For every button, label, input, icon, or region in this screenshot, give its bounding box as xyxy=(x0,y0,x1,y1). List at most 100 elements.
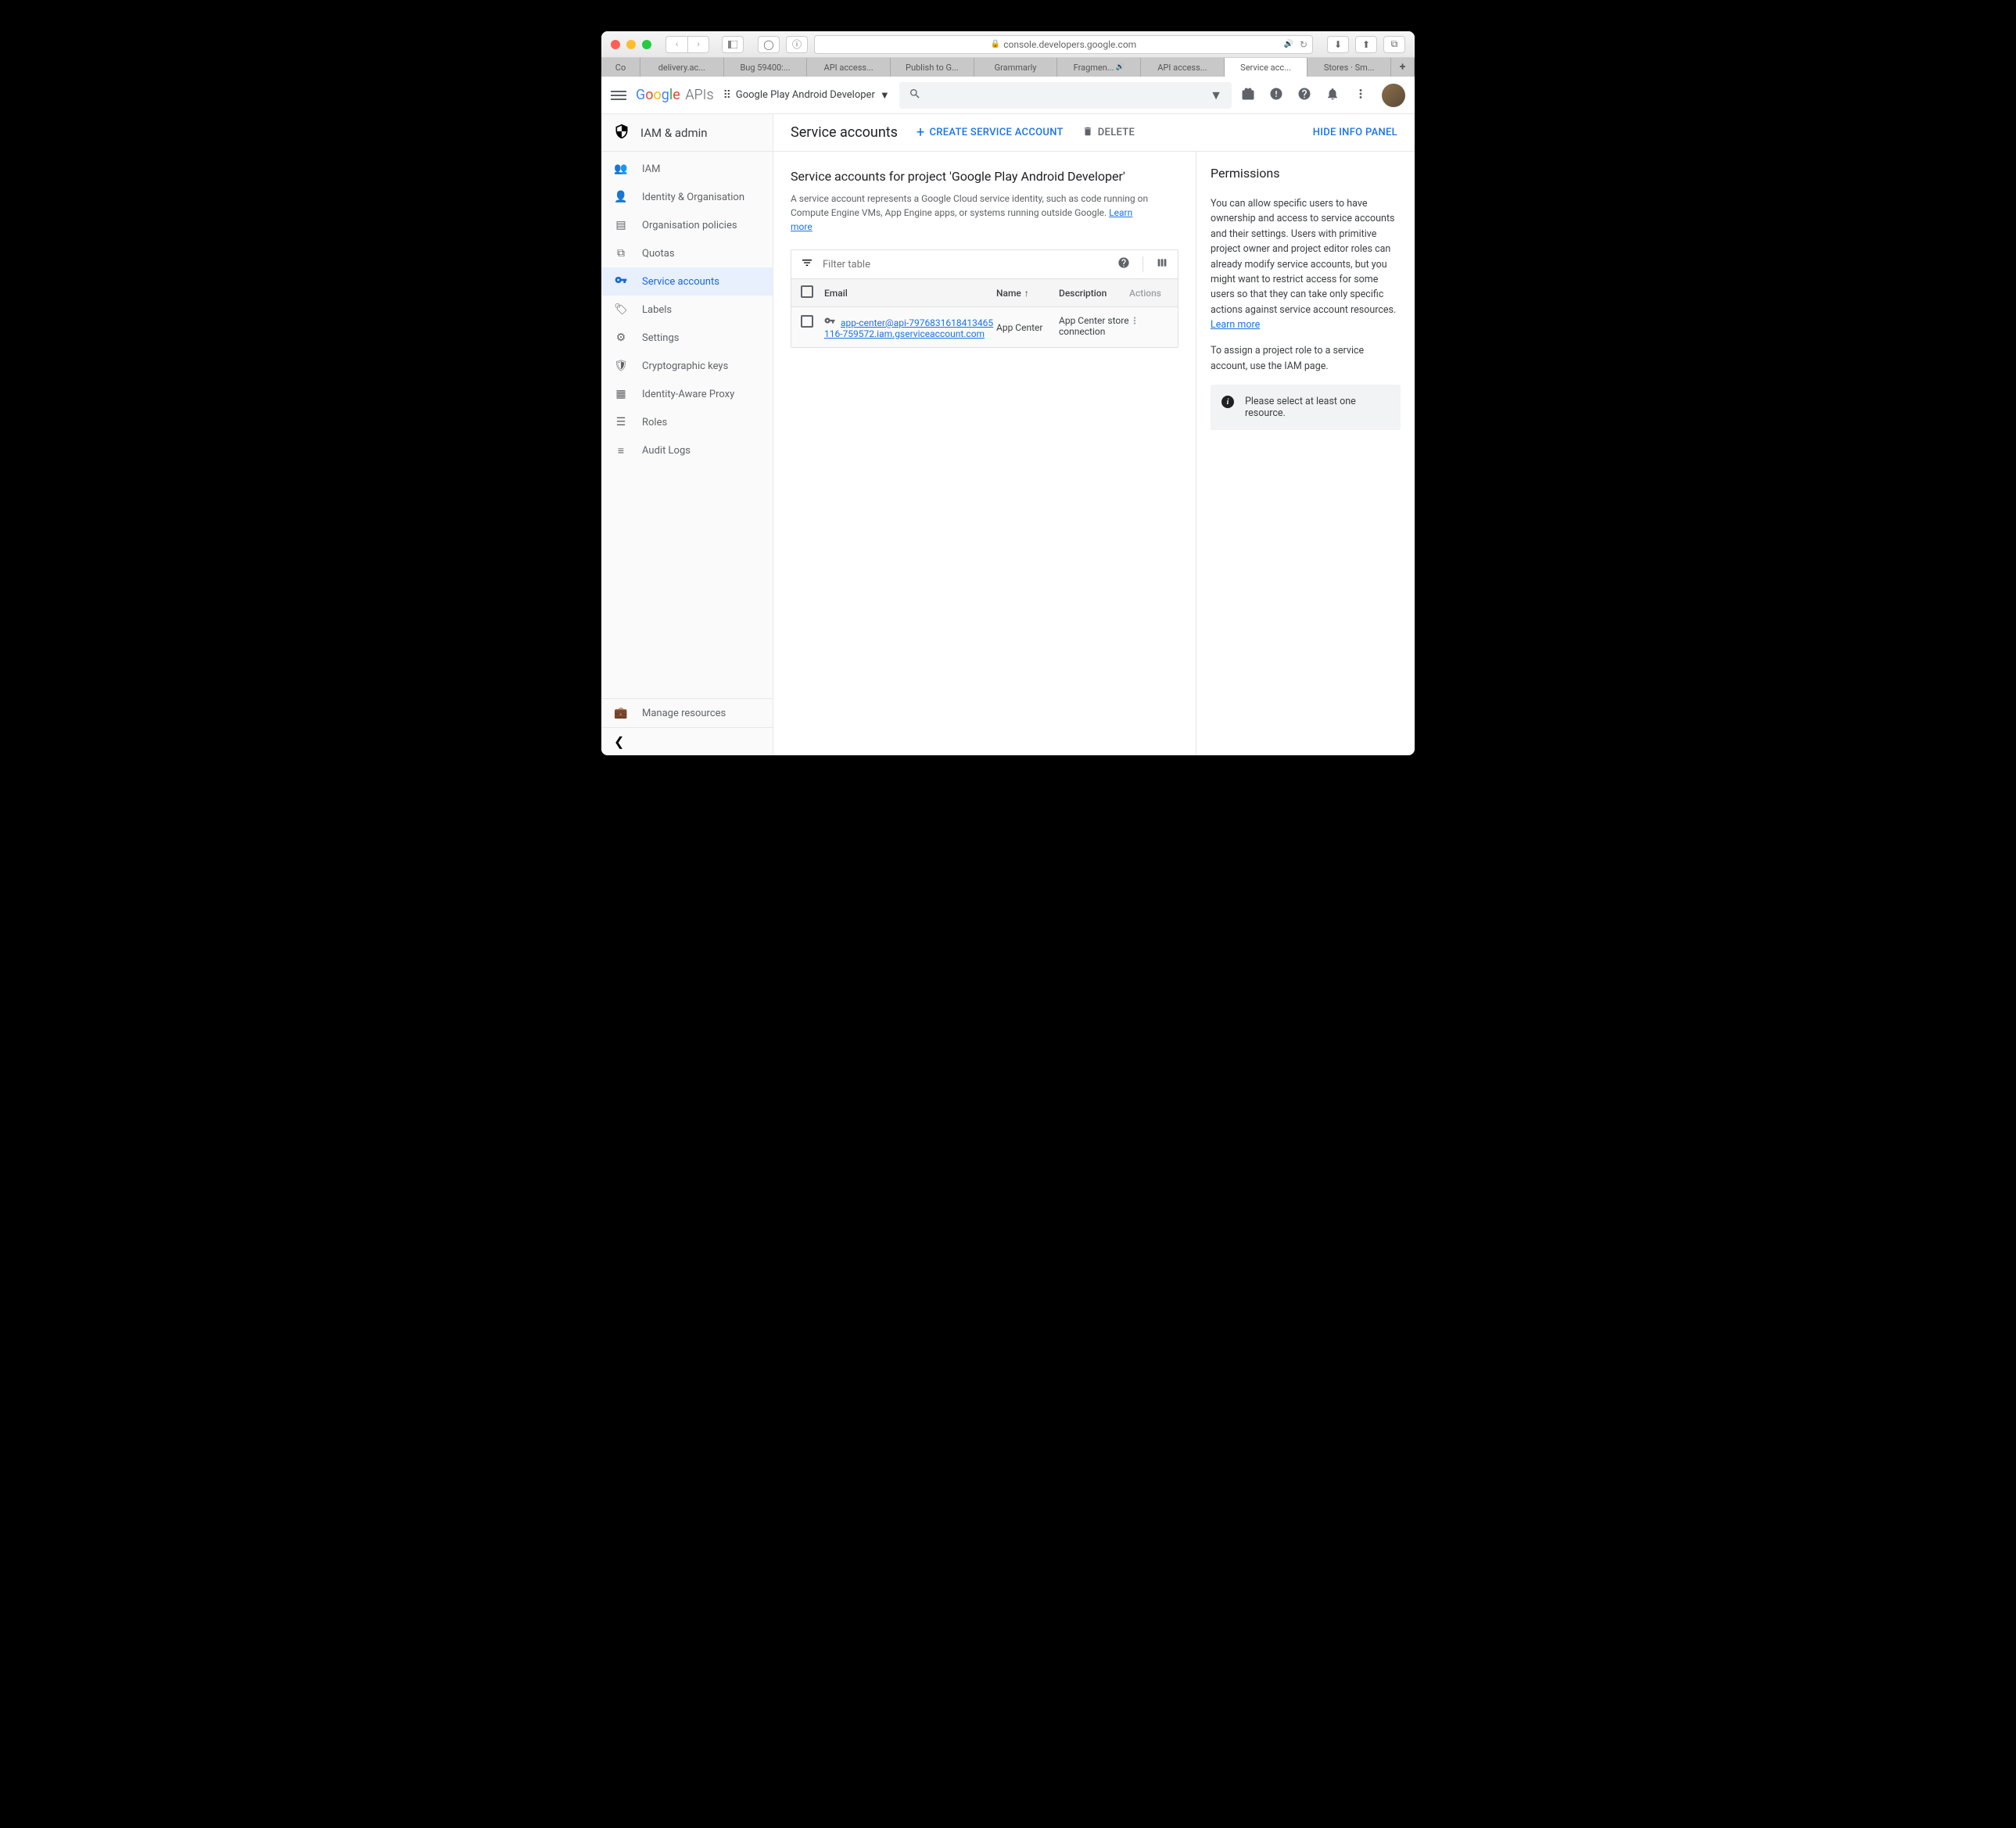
table-toolbar xyxy=(791,250,1178,278)
roles-icon: ☰ xyxy=(614,416,628,428)
shield-icon: 🛡 xyxy=(614,360,628,372)
sidebar-item-labels[interactable]: 🏷Labels xyxy=(601,296,773,324)
menu-button[interactable] xyxy=(611,91,626,100)
service-accounts-table: Email Name↑ Description Actions app-cent… xyxy=(791,249,1178,348)
forward-button[interactable]: › xyxy=(687,36,709,53)
tab-4[interactable]: Publish to G... xyxy=(891,58,974,77)
gift-icon[interactable] xyxy=(1241,87,1255,104)
downloads-button[interactable]: ⬇ xyxy=(1327,36,1349,53)
tab-8[interactable]: Service acc... xyxy=(1225,58,1308,77)
delete-button[interactable]: DELETE xyxy=(1082,126,1135,140)
sidebar-item-iap[interactable]: ▦Identity-Aware Proxy xyxy=(601,380,773,408)
sidebar-item-service-accounts[interactable]: Service accounts xyxy=(601,267,773,296)
filter-icon[interactable] xyxy=(801,256,813,272)
more-icon[interactable] xyxy=(1354,87,1368,104)
col-header-actions: Actions xyxy=(1129,288,1168,299)
content-subtitle: Service accounts for project 'Google Pla… xyxy=(791,169,1178,184)
people-icon: 👥 xyxy=(614,163,628,175)
sidebar: IAM & admin 👥IAM 👤Identity & Organisatio… xyxy=(601,114,773,755)
titlebar: ‹ › ◯ ⓘ 🔒 console.developers.google.com … xyxy=(601,31,1415,58)
select-all-checkbox[interactable] xyxy=(801,285,813,298)
col-header-email[interactable]: Email xyxy=(824,288,996,299)
tab-0[interactable]: Co xyxy=(601,58,640,77)
sidebar-toggle[interactable] xyxy=(722,36,744,53)
url-text: console.developers.google.com xyxy=(1003,39,1136,50)
info-icon: i xyxy=(1221,396,1234,408)
audio-icon: 🔊 xyxy=(1116,63,1125,71)
panel-learn-more-link[interactable]: Learn more xyxy=(1211,319,1260,331)
site-info-button[interactable]: ⓘ xyxy=(786,36,808,53)
panel-title: Permissions xyxy=(1211,166,1401,181)
reader-button[interactable]: ◯ xyxy=(758,36,780,53)
close-window[interactable] xyxy=(611,40,620,49)
label-icon: 🏷 xyxy=(614,303,628,316)
search-box[interactable]: ▼ xyxy=(899,82,1232,109)
help-icon[interactable] xyxy=(1297,87,1311,104)
minimize-window[interactable] xyxy=(626,40,636,49)
collapse-sidebar[interactable]: ❮ xyxy=(601,727,773,755)
sidebar-item-policies[interactable]: ▤Organisation policies xyxy=(601,211,773,239)
nav-buttons: ‹ › xyxy=(665,36,709,53)
col-header-description[interactable]: Description xyxy=(1059,288,1129,299)
audio-icon[interactable]: 🔊 xyxy=(1284,40,1293,48)
tab-bar: Co delivery.ac... Bug 59400:... API acce… xyxy=(601,58,1415,77)
project-selector[interactable]: ⠿ Google Play Android Developer ▼ xyxy=(723,89,890,102)
tab-6[interactable]: Fragmen...🔊 xyxy=(1057,58,1141,77)
sidebar-item-settings[interactable]: ⚙Settings xyxy=(601,324,773,352)
service-account-email-link[interactable]: app-center@api-7976831618413465116-75957… xyxy=(824,317,993,339)
new-tab[interactable]: + xyxy=(1391,58,1415,77)
tab-5[interactable]: Grammarly xyxy=(974,58,1058,77)
tab-2[interactable]: Bug 59400:... xyxy=(724,58,808,77)
dropdown-icon[interactable]: ▼ xyxy=(1210,88,1222,103)
hide-info-panel-button[interactable]: HIDE INFO PANEL xyxy=(1313,127,1397,138)
key-icon xyxy=(614,274,628,289)
tab-1[interactable]: delivery.ac... xyxy=(640,58,724,77)
maximize-window[interactable] xyxy=(642,40,651,49)
url-bar[interactable]: 🔒 console.developers.google.com 🔊 ↻ xyxy=(814,35,1313,54)
chevron-left-icon: ❮ xyxy=(614,734,624,749)
sidebar-item-crypto[interactable]: 🛡Cryptographic keys xyxy=(601,352,773,380)
sidebar-item-quotas[interactable]: ⧉Quotas xyxy=(601,239,773,267)
table-header-row: Email Name↑ Description Actions xyxy=(791,278,1178,307)
project-name: Google Play Android Developer xyxy=(736,89,875,101)
briefcase-icon: 💼 xyxy=(614,707,628,719)
gear-icon: ⚙ xyxy=(614,332,628,344)
tab-9[interactable]: Stores · Sm... xyxy=(1308,58,1391,77)
back-button[interactable]: ‹ xyxy=(665,36,687,53)
lock-icon: 🔒 xyxy=(991,40,1000,48)
tabs-button[interactable]: ⧉ xyxy=(1383,36,1405,53)
browser-window: ‹ › ◯ ⓘ 🔒 console.developers.google.com … xyxy=(601,31,1415,755)
main-content: Service accounts + CREATE SERVICE ACCOUN… xyxy=(773,114,1415,755)
content-area: Service accounts for project 'Google Pla… xyxy=(773,152,1196,755)
plus-icon: + xyxy=(917,124,925,141)
tab-3[interactable]: API access... xyxy=(807,58,891,77)
dropdown-icon: ▼ xyxy=(880,89,890,102)
traffic-lights xyxy=(611,40,651,49)
filter-input[interactable] xyxy=(823,259,1108,271)
create-service-account-button[interactable]: + CREATE SERVICE ACCOUNT xyxy=(917,124,1064,141)
person-icon: 👤 xyxy=(614,191,628,203)
avatar[interactable] xyxy=(1382,84,1405,107)
share-button[interactable]: ⬆ xyxy=(1355,36,1377,53)
columns-icon[interactable] xyxy=(1156,256,1168,272)
tab-7[interactable]: API access... xyxy=(1141,58,1225,77)
page-header: Service accounts + CREATE SERVICE ACCOUN… xyxy=(773,114,1415,152)
row-actions-menu[interactable] xyxy=(1129,317,1140,328)
col-header-name[interactable]: Name↑ xyxy=(996,288,1059,299)
trash-icon xyxy=(1082,126,1093,140)
help-icon[interactable] xyxy=(1117,256,1130,272)
sidebar-manage-resources[interactable]: 💼Manage resources xyxy=(601,699,773,727)
sidebar-item-roles[interactable]: ☰Roles xyxy=(601,408,773,436)
refresh-icon[interactable]: ↻ xyxy=(1300,39,1308,50)
sidebar-item-iam[interactable]: 👥IAM xyxy=(601,155,773,183)
table-row: app-center@api-7976831618413465116-75957… xyxy=(791,307,1178,347)
panel-text-1: You can allow specific users to have own… xyxy=(1211,196,1401,332)
notifications-icon[interactable] xyxy=(1325,87,1340,104)
sidebar-item-audit[interactable]: ≡Audit Logs xyxy=(601,436,773,464)
alert-text: Please select at least one resource. xyxy=(1245,396,1390,419)
sidebar-item-identity[interactable]: 👤Identity & Organisation xyxy=(601,183,773,211)
quota-icon: ⧉ xyxy=(614,247,628,260)
google-apis-logo[interactable]: Google APIs xyxy=(636,87,714,103)
alert-icon[interactable] xyxy=(1269,87,1283,104)
row-checkbox[interactable] xyxy=(801,315,813,328)
